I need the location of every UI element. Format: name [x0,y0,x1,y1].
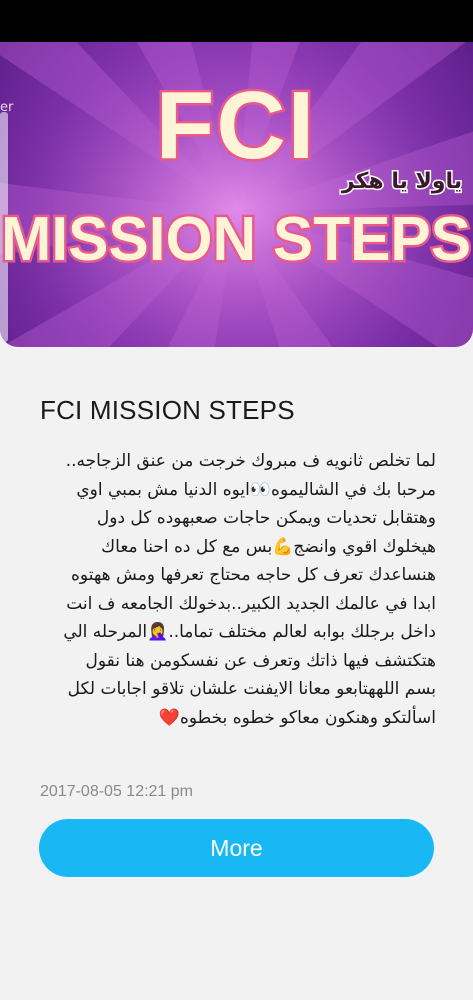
more-button[interactable]: More [39,819,434,877]
post-body-line: هنساعدك تعرف كل حاجه محتاج تعرفها ومش هه… [71,565,436,585]
post-body-line: مرحبا بك في الشاليموه👀ايوه الدنيا مش بمب… [76,479,436,500]
banner-side-text: er [0,100,14,115]
post-body-line: لما تخلص ثانويه ف مبروك خرجت من عنق الزج… [65,451,436,471]
post-body-line: اسألتكو وهنكون معاكو خطوه بخطوه❤️ [158,707,436,728]
post-date: 2017-08-05 12:21 pm [40,783,193,800]
banner-graphic: FCI ياولا يا هكر MISSION STEPS [0,42,473,347]
banner-tagline: ياولا يا هكر [341,169,462,194]
banner-title-mission-steps: MISSION STEPS [1,205,471,274]
post-body-line: ابدا في عالمك الجديد الكبير..بدخولك الجا… [66,593,436,614]
post-body-line: هتكتشف فيها ذاتك وتعرف عن نفسكومن هنا نق… [85,650,436,671]
post-body: لما تخلص ثانويه ف مبروك خرجت من عنق الزج… [36,447,436,732]
post-body-line: بسم اللههتابعو معانا الايفنت علشان تلاقو… [67,679,436,699]
status-bar [0,0,473,42]
post-body-line: وهتقابل تحديات ويمكن حاجات صعبهوده كل دو… [96,508,436,528]
post-title: FCI MISSION STEPS [40,395,295,425]
post-body-line: هيخلوك اقوي وانضج💪بس مع كل ده احنا معاك [101,536,436,557]
post-body-line: داخل برجلك بوابه لعالم مختلف تماما..🤦‍♀️… [63,622,436,642]
event-post-card: FCI MISSION STEPS لما تخلص ثانويه ف مبرو… [0,347,473,1000]
event-banner-image[interactable]: FCI ياولا يا هكر MISSION STEPS er [0,42,473,347]
banner-title-fci: FCI [156,72,317,179]
